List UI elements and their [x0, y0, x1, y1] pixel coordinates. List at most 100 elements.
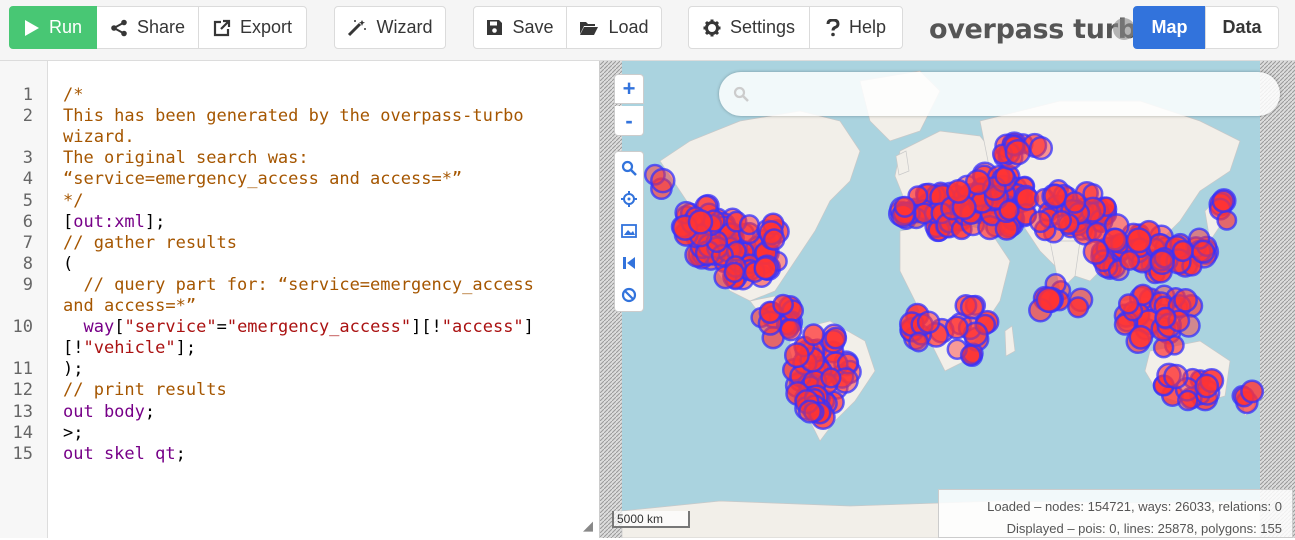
poi-marker[interactable] — [998, 199, 1020, 221]
poi-marker[interactable] — [1117, 293, 1140, 315]
code-line[interactable]: The original search was: — [63, 148, 309, 168]
poi-marker[interactable] — [1082, 238, 1109, 265]
export-button[interactable]: Export — [198, 6, 307, 49]
poi-marker[interactable] — [783, 342, 810, 369]
poi-marker[interactable] — [1194, 373, 1220, 399]
code-line[interactable]: out skel qt; — [63, 444, 186, 464]
code-line[interactable]: out body; — [63, 402, 155, 422]
gear-icon — [703, 19, 721, 36]
code-line[interactable]: way["service"="emergency_access"][!"acce… — [63, 317, 533, 338]
poi-marker[interactable] — [1173, 287, 1198, 313]
help-button[interactable]: Help — [809, 6, 903, 49]
load-button[interactable]: Load — [566, 6, 662, 49]
poi-marker[interactable] — [1004, 139, 1031, 166]
export-icon — [213, 19, 231, 36]
map-search-input[interactable] — [719, 72, 1280, 116]
poi-marker[interactable] — [1028, 136, 1054, 161]
zoom-out-label: - — [625, 107, 633, 133]
poi-marker[interactable] — [1216, 209, 1238, 231]
code-line[interactable]: // gather results — [63, 233, 237, 253]
poi-marker[interactable] — [1125, 227, 1152, 254]
poi-marker[interactable] — [1149, 249, 1175, 275]
poi-marker[interactable] — [1035, 286, 1062, 313]
code-line[interactable]: // print results — [63, 380, 227, 400]
poi-marker[interactable] — [820, 367, 842, 389]
poi-marker[interactable] — [824, 326, 848, 350]
poi-marker[interactable] — [1043, 183, 1068, 208]
search-tool-button[interactable] — [614, 151, 644, 183]
code-line[interactable]: // query part for: “service=emergency_ac… — [63, 275, 533, 295]
loaded-stats: Loaded – nodes: 154721, ways: 26033, rel… — [987, 499, 1282, 514]
code-token: "service" — [124, 317, 217, 338]
poi-marker[interactable] — [779, 318, 803, 342]
poi-marker[interactable] — [1063, 191, 1087, 214]
map-edge-right — [1260, 61, 1295, 538]
line-number: 4 — [22, 169, 33, 190]
wizard-button[interactable]: Wizard — [334, 6, 446, 49]
poi-marker[interactable] — [1191, 239, 1216, 264]
poi-marker[interactable] — [772, 293, 794, 316]
code-token: “service=emergency_access and access=*” — [63, 169, 463, 190]
code-line[interactable]: >; — [63, 423, 83, 443]
zoom-in-button[interactable]: + — [614, 74, 644, 104]
map-view[interactable] — [600, 61, 1295, 538]
locate-button[interactable] — [614, 183, 644, 215]
ban-icon — [621, 287, 637, 303]
poi-marker[interactable] — [687, 209, 714, 235]
clear-data-button[interactable] — [614, 279, 644, 312]
magic-wand-icon — [348, 19, 367, 36]
save-button[interactable]: Save — [473, 6, 567, 49]
poi-marker[interactable] — [1050, 209, 1072, 232]
poi-marker[interactable] — [959, 344, 982, 367]
zoom-to-data-button[interactable] — [614, 247, 644, 279]
poi-marker[interactable] — [650, 167, 676, 194]
poi-marker[interactable] — [1154, 306, 1177, 329]
settings-label: Settings — [729, 17, 796, 37]
poi-marker[interactable] — [1119, 249, 1141, 271]
code-token: wizard. — [63, 127, 135, 148]
code-line[interactable]: ( — [63, 254, 73, 274]
line-number: 14 — [12, 422, 33, 443]
code-token: ); — [63, 359, 84, 380]
poi-marker[interactable] — [1177, 389, 1199, 412]
code-line[interactable]: and access=*” — [63, 296, 196, 316]
resize-handle-icon[interactable]: ◢ — [583, 518, 593, 534]
poi-marker[interactable] — [1240, 379, 1265, 404]
poi-marker[interactable] — [1163, 363, 1189, 390]
poi-marker[interactable] — [802, 323, 825, 346]
tab-data[interactable]: Data — [1205, 6, 1279, 49]
code-line[interactable]: “service=emergency_access and access=*” — [63, 169, 462, 189]
code-token: ; — [175, 443, 186, 464]
zoom-out-button[interactable]: - — [614, 106, 644, 136]
code-line[interactable]: [out:xml]; — [63, 212, 165, 232]
code-editor[interactable]: 1 2 3 4 5 6 7 8 9 10 11 12 13 14 15 /* This has been ge… — [0, 61, 600, 538]
poi-marker[interactable] — [959, 294, 985, 320]
map-image-button[interactable] — [614, 215, 644, 247]
code-line[interactable]: [!"vehicle"]; — [63, 338, 196, 358]
poi-marker[interactable] — [916, 310, 941, 334]
poi-marker[interactable] — [908, 331, 930, 353]
poi-marker[interactable] — [946, 178, 971, 204]
run-button[interactable]: Run — [9, 6, 97, 49]
share-button[interactable]: Share — [97, 6, 198, 49]
code-line[interactable]: ); — [63, 359, 83, 379]
code-line[interactable]: /* — [63, 85, 83, 105]
code-line[interactable]: wizard. — [63, 127, 135, 147]
poi-marker[interactable] — [738, 214, 760, 236]
poi-marker[interactable] — [797, 399, 823, 424]
settings-button[interactable]: Settings — [688, 6, 810, 49]
poi-marker[interactable] — [762, 228, 786, 251]
code-line[interactable]: This has been generated by the overpass-… — [63, 106, 524, 126]
poi-marker[interactable] — [944, 315, 969, 340]
tab-map[interactable]: Map — [1133, 6, 1206, 49]
poi-marker[interactable] — [1211, 189, 1235, 213]
code-token: */ — [63, 190, 84, 211]
code-line[interactable]: */ — [63, 191, 83, 211]
poi-marker[interactable] — [893, 195, 916, 218]
poi-marker[interactable] — [753, 256, 778, 281]
poi-marker[interactable] — [1128, 325, 1154, 350]
poi-marker[interactable] — [1029, 210, 1052, 234]
poi-marker[interactable] — [723, 261, 745, 284]
poi-marker[interactable] — [1067, 296, 1090, 319]
